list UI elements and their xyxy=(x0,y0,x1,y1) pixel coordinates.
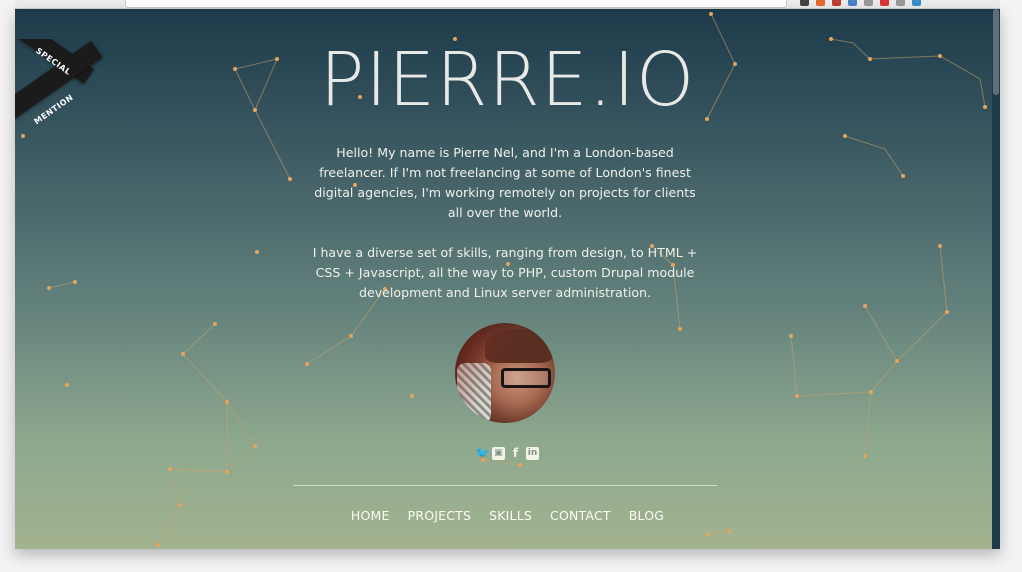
linkedin-icon[interactable]: in xyxy=(526,447,539,460)
extension-icon[interactable] xyxy=(816,0,825,6)
intro-text: Hello! My name is Pierre Nel, and I'm a … xyxy=(305,143,705,323)
nav-item-skills[interactable]: SKILLS xyxy=(489,508,532,523)
extension-icon[interactable] xyxy=(832,0,841,6)
avatar xyxy=(455,323,555,423)
nav-item-contact[interactable]: CONTACT xyxy=(550,508,611,523)
twitter-icon[interactable]: 🐦 xyxy=(475,447,490,460)
page-viewport: SPECIAL MENTION PIERRE.IO Hello! My name… xyxy=(15,9,1000,549)
scrollbar-thumb[interactable] xyxy=(993,9,999,95)
intro-paragraph-2: I have a diverse set of skills, ranging … xyxy=(312,245,698,300)
intro-paragraph-1: Hello! My name is Pierre Nel, and I'm a … xyxy=(314,145,696,220)
address-bar[interactable] xyxy=(125,0,787,8)
nav-item-home[interactable]: HOME xyxy=(351,508,390,523)
extension-icon[interactable] xyxy=(848,0,857,6)
extension-icon[interactable] xyxy=(880,0,889,6)
instagram-icon[interactable]: ▣ xyxy=(492,447,505,460)
extension-icon[interactable] xyxy=(896,0,905,6)
site-title: PIERRE.IO xyxy=(319,37,696,123)
nav-item-projects[interactable]: PROJECTS xyxy=(408,508,472,523)
extension-icon[interactable] xyxy=(912,0,921,6)
extension-icons xyxy=(800,0,921,6)
facebook-icon[interactable]: f xyxy=(509,447,522,460)
nav-divider xyxy=(293,485,717,486)
extension-icon[interactable] xyxy=(864,0,873,6)
social-links: 🐦 ▣ f in xyxy=(475,447,539,460)
nav-item-blog[interactable]: BLOG xyxy=(629,508,664,523)
browser-toolbar xyxy=(15,0,1000,9)
extension-icon[interactable] xyxy=(800,0,809,6)
avatar-shade xyxy=(455,323,555,423)
main-nav: HOME PROJECTS SKILLS CONTACT BLOG xyxy=(15,508,1000,523)
scrollbar[interactable] xyxy=(992,9,1000,549)
